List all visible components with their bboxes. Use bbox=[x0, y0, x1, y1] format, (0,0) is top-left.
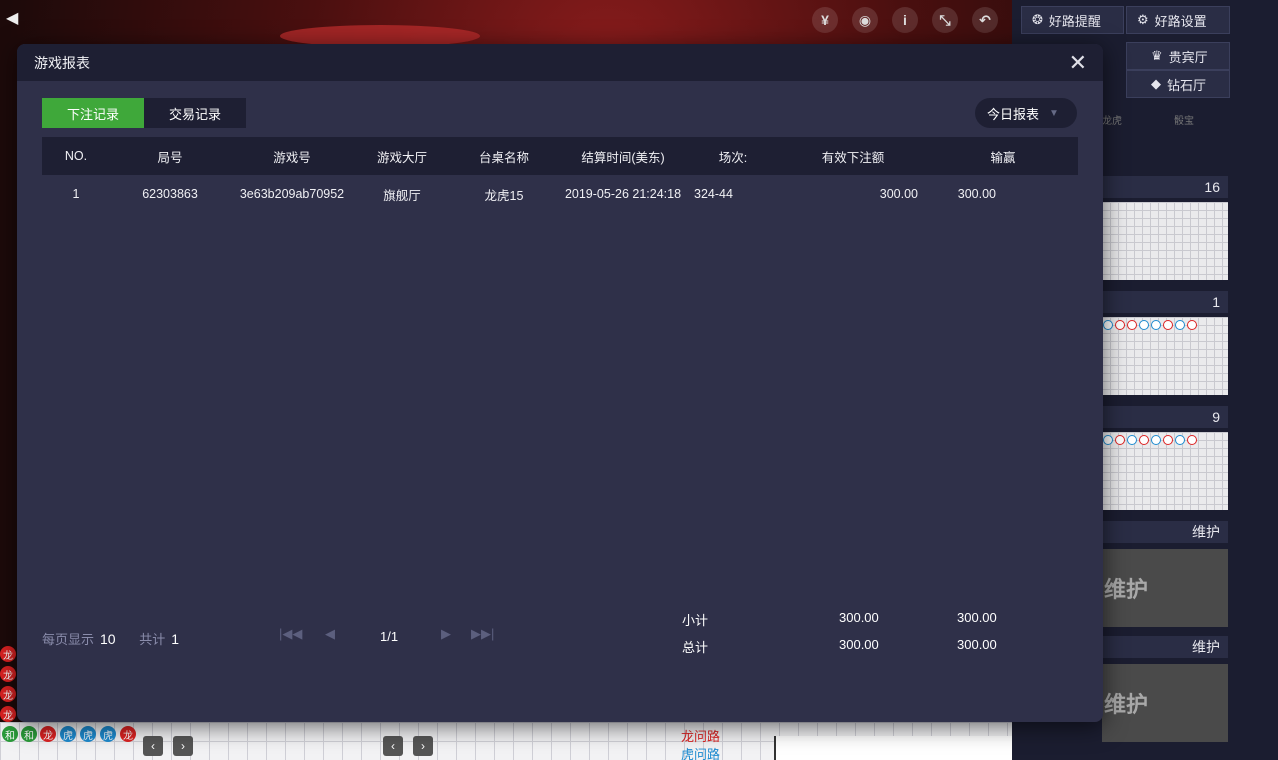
prev-arrow-icon[interactable]: ‹ bbox=[143, 736, 163, 756]
speaker-icon[interactable]: ◀ bbox=[6, 8, 18, 28]
gear-icon: ⚙ bbox=[1137, 12, 1149, 27]
last-page-icon[interactable]: ▶▶| bbox=[471, 626, 494, 642]
cell-session: 324-44 bbox=[694, 187, 733, 201]
cell-win-loss: 300.00 bbox=[957, 187, 996, 201]
vip-hall-button[interactable]: ♛ 贵宾厅 bbox=[1126, 42, 1230, 70]
chevron-down-icon: ▼ bbox=[1049, 107, 1059, 119]
roadmap-dots bbox=[1103, 435, 1197, 445]
total-count-value: 1 bbox=[171, 631, 180, 647]
tiger-road-label[interactable]: 虎问路 bbox=[681, 744, 720, 760]
per-page-label: 每页显示 bbox=[42, 632, 95, 647]
crown-icon: ♛ bbox=[1151, 48, 1163, 63]
chat-input-bar[interactable] bbox=[774, 736, 1012, 760]
prev-arrow-icon[interactable]: ‹ bbox=[383, 736, 403, 756]
subtotal-bet: 300.00 bbox=[839, 610, 879, 625]
per-page-value[interactable]: 10 bbox=[100, 631, 116, 647]
total-count-label: 共计 bbox=[139, 632, 166, 647]
cell-no: 1 bbox=[72, 187, 80, 201]
record-tabs: 下注记录 交易记录 bbox=[42, 98, 246, 128]
next-arrow-icon[interactable]: › bbox=[173, 736, 193, 756]
diamond-hall-label: 钻石厅 bbox=[1167, 77, 1207, 93]
roadmap-dots bbox=[1103, 320, 1197, 330]
vip-hall-label: 贵宾厅 bbox=[1168, 49, 1208, 65]
col-header: 台桌名称 bbox=[450, 137, 558, 175]
records-table: NO. 局号 游戏号 游戏大厅 台桌名称 结算时间(美东) 场次: 有效下注额 … bbox=[42, 137, 1078, 213]
tab-longhu[interactable]: 龙虎 bbox=[1102, 112, 1122, 127]
table-1-header[interactable]: 1 bbox=[1102, 291, 1228, 313]
cell-round-id: 62303863 bbox=[142, 187, 198, 201]
next-page-icon[interactable]: ▶ bbox=[441, 626, 451, 642]
subtotal-label: 小计 bbox=[682, 613, 709, 628]
prev-page-icon[interactable]: ◀ bbox=[325, 626, 335, 642]
subtotal-win: 300.00 bbox=[957, 610, 997, 625]
road-alert-button[interactable]: ❂ 好路提醒 bbox=[1021, 6, 1124, 34]
col-header: 场次: bbox=[688, 137, 778, 175]
total-bet: 300.00 bbox=[839, 637, 879, 652]
cell-hall: 旗舰厅 bbox=[383, 188, 421, 203]
col-header: 游戏大厅 bbox=[354, 137, 450, 175]
maintenance-panel-1: 维护 bbox=[1102, 549, 1228, 627]
currency-icon[interactable]: ¥ bbox=[812, 7, 838, 33]
road-alert-label: 好路提醒 bbox=[1048, 13, 1101, 29]
road-settings-label: 好路设置 bbox=[1154, 13, 1207, 29]
col-header: 有效下注额 bbox=[778, 137, 928, 175]
cell-valid-bet: 300.00 bbox=[879, 187, 918, 201]
game-report-modal: 游戏报表 ✕ 下注记录 交易记录 今日报表 ▼ NO. 局号 游戏号 游戏大厅 … bbox=[17, 44, 1103, 722]
maintenance-header-2: 维护 bbox=[1102, 636, 1228, 658]
road-settings-button[interactable]: ⚙ 好路设置 bbox=[1126, 6, 1230, 34]
col-header: NO. bbox=[42, 137, 110, 175]
total-label: 总计 bbox=[682, 640, 709, 655]
col-header: 游戏号 bbox=[230, 137, 354, 175]
page-indicator: 1/1 bbox=[380, 629, 399, 644]
close-icon[interactable]: ✕ bbox=[1069, 51, 1087, 74]
table-16-roadmap[interactable] bbox=[1102, 202, 1228, 280]
collapse-icon[interactable]: ⤡ bbox=[932, 7, 958, 33]
tab-other[interactable]: 骰宝 bbox=[1174, 112, 1194, 127]
left-bead-column: 龙龙龙龙 bbox=[0, 646, 18, 726]
maintenance-panel-2: 维护 bbox=[1102, 664, 1228, 742]
return-icon[interactable]: ↶ bbox=[972, 7, 998, 33]
diamond-hall-button[interactable]: ◆ 钻石厅 bbox=[1126, 70, 1230, 98]
diamond-icon: ◆ bbox=[1151, 76, 1161, 91]
cell-table-name: 龙虎15 bbox=[484, 188, 524, 203]
cell-game-id: 3e63b209ab70952 bbox=[239, 187, 345, 201]
report-range-label: 今日报表 bbox=[987, 106, 1040, 122]
modal-title: 游戏报表 bbox=[34, 54, 90, 71]
total-win: 300.00 bbox=[957, 637, 997, 652]
table-row[interactable]: 1 62303863 3e63b209ab70952 旗舰厅 龙虎15 2019… bbox=[42, 175, 1078, 213]
dragon-road-label[interactable]: 龙问路 bbox=[681, 726, 720, 745]
info-icon[interactable]: i bbox=[892, 7, 918, 33]
pager-info: 每页显示 10 共计 1 bbox=[42, 629, 179, 648]
tab-transaction-records[interactable]: 交易记录 bbox=[144, 98, 246, 128]
first-page-icon[interactable]: |◀◀ bbox=[279, 626, 302, 642]
table-header-row: NO. 局号 游戏号 游戏大厅 台桌名称 结算时间(美东) 场次: 有效下注额 … bbox=[42, 137, 1078, 175]
report-range-select[interactable]: 今日报表 ▼ bbox=[975, 98, 1077, 128]
cell-settle-time: 2019-05-26 21:24:18 bbox=[564, 187, 682, 201]
table-9-header[interactable]: 9 bbox=[1102, 406, 1228, 428]
col-header: 结算时间(美东) bbox=[558, 137, 688, 175]
maintenance-header-1: 维护 bbox=[1102, 521, 1228, 543]
tab-bet-records[interactable]: 下注记录 bbox=[42, 98, 144, 128]
modal-header: 游戏报表 ✕ bbox=[17, 44, 1103, 81]
medal-icon: ❂ bbox=[1032, 12, 1043, 27]
next-arrow-icon[interactable]: › bbox=[413, 736, 433, 756]
top-toolbar: ¥ ◉ i ⤡ ↶ bbox=[812, 6, 998, 34]
table-16-header[interactable]: 16 bbox=[1102, 176, 1228, 198]
col-header: 输赢 bbox=[928, 137, 1078, 175]
camera-icon[interactable]: ◉ bbox=[852, 7, 878, 33]
col-header: 局号 bbox=[110, 137, 230, 175]
